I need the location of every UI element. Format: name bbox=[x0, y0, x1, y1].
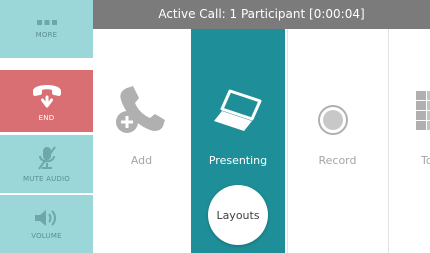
record-button[interactable]: Record bbox=[287, 29, 387, 253]
microphone-muted-icon bbox=[37, 146, 56, 170]
more-button[interactable]: MORE bbox=[0, 0, 93, 58]
presenting-label: Presenting bbox=[208, 154, 268, 167]
end-call-button[interactable]: END bbox=[0, 70, 93, 132]
layouts-button[interactable]: Layouts bbox=[208, 185, 268, 245]
touch-tones-label: To bbox=[421, 154, 430, 167]
keypad-icon bbox=[416, 91, 430, 130]
call-sidebar: MORE END MUTE AUDIO VOLUME bbox=[0, 0, 93, 253]
volume-label: VOLUME bbox=[31, 232, 62, 240]
add-participant-button[interactable]: Add bbox=[93, 29, 190, 253]
laptop-icon bbox=[214, 89, 262, 131]
more-label: MORE bbox=[35, 31, 58, 39]
touch-tones-button[interactable]: To bbox=[388, 29, 430, 253]
record-label: Record bbox=[318, 154, 357, 167]
call-status-title: Active Call: 1 Participant [0:00:04] bbox=[158, 7, 365, 21]
more-icon bbox=[36, 20, 57, 25]
add-label: Add bbox=[130, 154, 153, 167]
mute-audio-label: MUTE AUDIO bbox=[23, 175, 70, 183]
speaker-volume-icon bbox=[34, 210, 56, 226]
mute-audio-button[interactable]: MUTE AUDIO bbox=[0, 135, 93, 193]
add-phone-icon bbox=[116, 86, 165, 133]
hangup-phone-icon bbox=[32, 85, 61, 108]
record-icon bbox=[318, 105, 348, 135]
volume-button[interactable]: VOLUME bbox=[0, 195, 93, 253]
end-label: END bbox=[38, 114, 55, 122]
